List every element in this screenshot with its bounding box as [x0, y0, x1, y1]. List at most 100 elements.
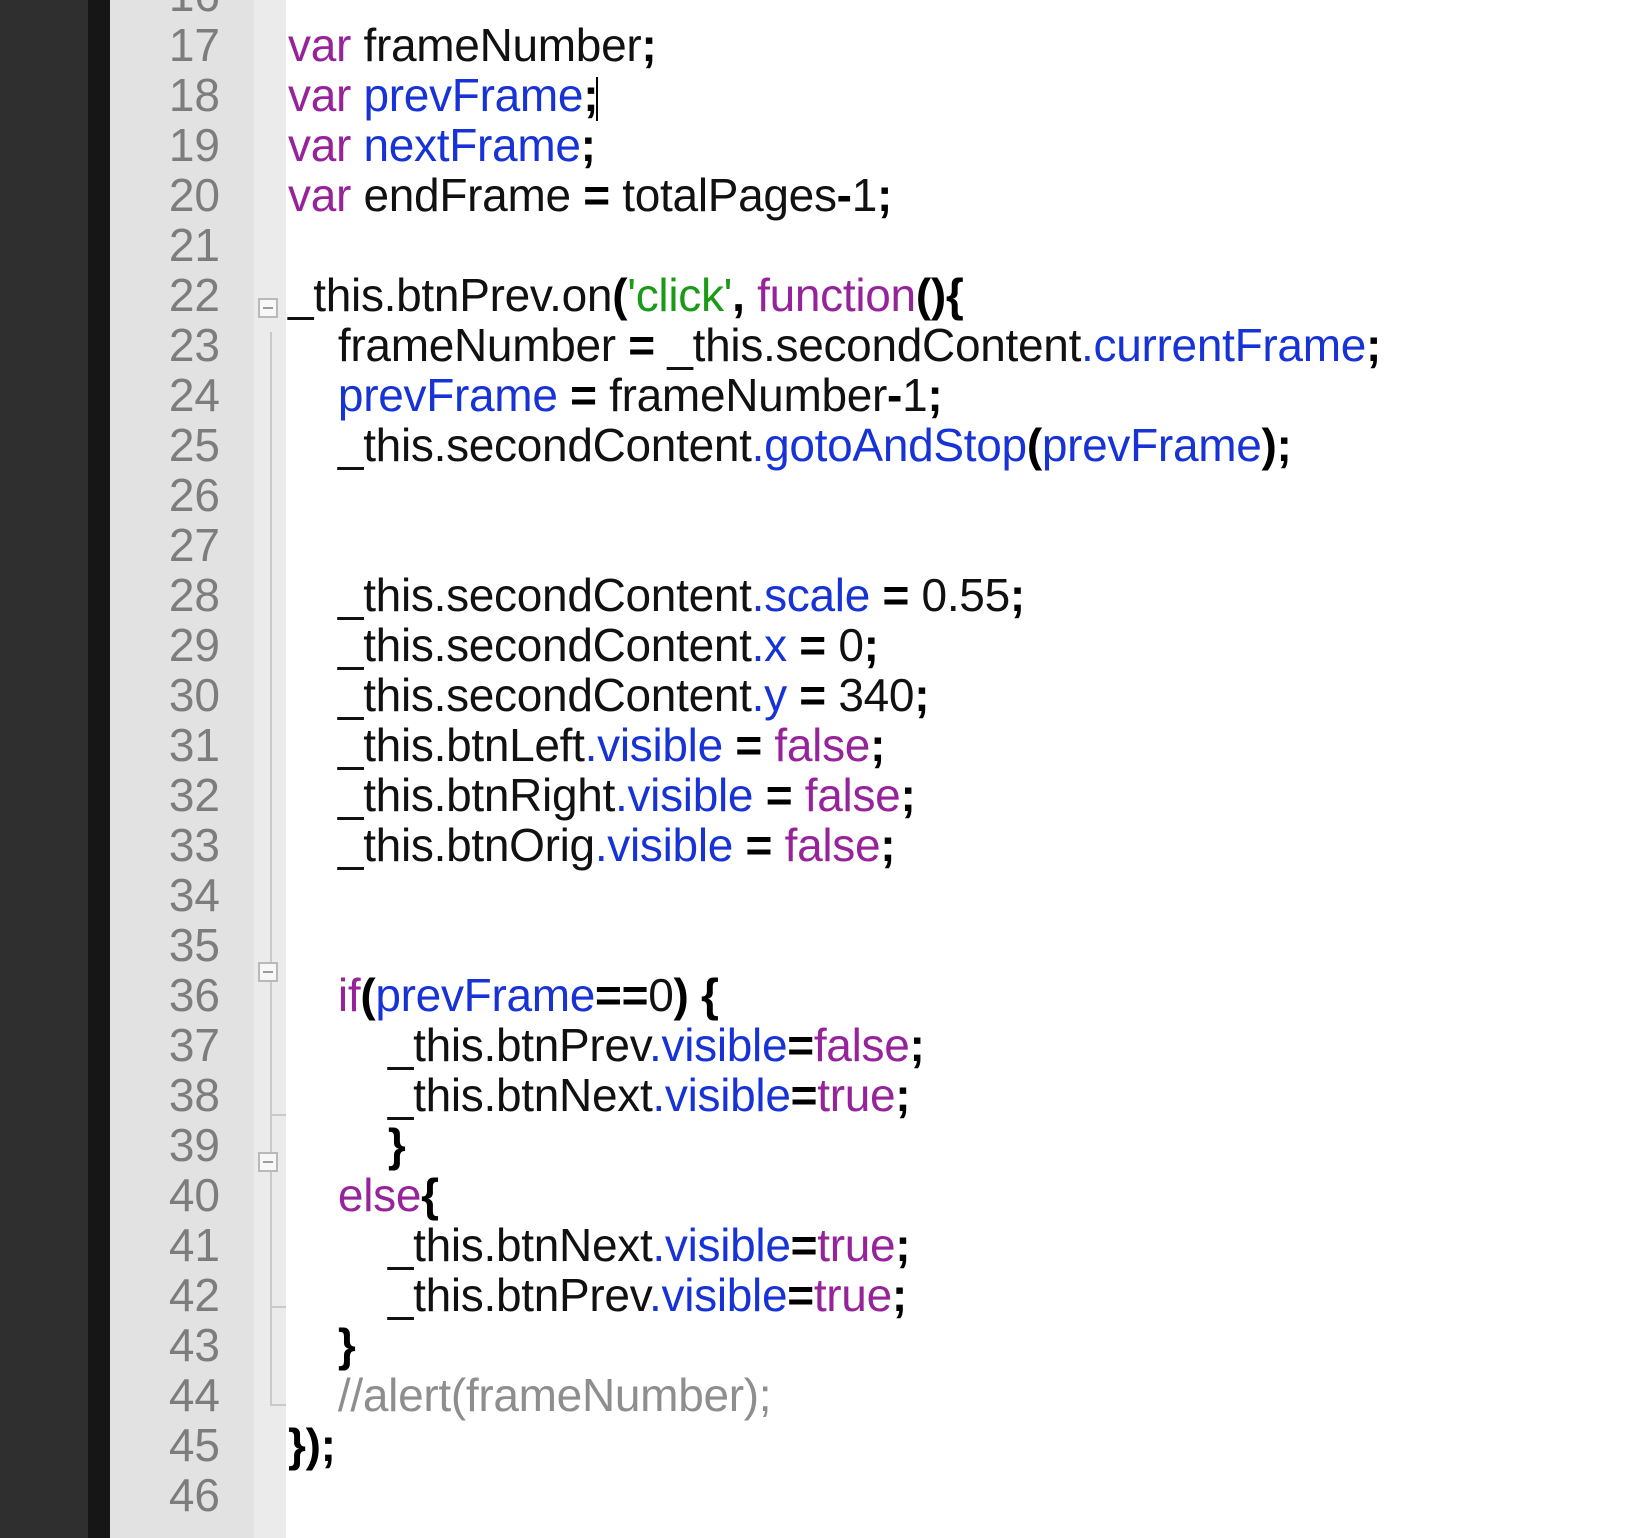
code-token: { — [421, 1169, 439, 1221]
code-token: .gotoAndStop — [751, 419, 1027, 471]
line-text[interactable]: frameNumber = _this.secondContent.curren… — [288, 320, 1381, 370]
code-line[interactable]: 23 frameNumber = _this.secondContent.cur… — [0, 320, 1652, 370]
line-text[interactable]: var nextFrame; — [288, 120, 596, 170]
code-token: ; — [895, 1219, 911, 1271]
line-text[interactable]: var frameNumber; — [288, 19, 657, 71]
code-editor[interactable]: 1617 var frameNumber; 18 var prevFrame; 19 va… — [0, 0, 1652, 1520]
code-line[interactable]: 44 //alert(frameNumber); — [0, 1370, 1652, 1420]
line-number: 20 — [168, 169, 220, 221]
code-line[interactable]: 30 _this.secondContent.y = 340; — [0, 670, 1652, 720]
code-line[interactable]: 43 } — [0, 1320, 1652, 1370]
line-text[interactable]: _this.btnLeft.visible = false; — [288, 719, 886, 771]
code-token: nextFrame — [351, 119, 581, 171]
line-text[interactable]: } — [288, 1320, 356, 1370]
code-line[interactable]: 35 — [0, 920, 1652, 970]
code-token: = — [799, 619, 826, 671]
code-token: false — [813, 1019, 910, 1071]
code-token: = — [570, 369, 597, 421]
line-text[interactable]: _this.btnRight.visible = false; — [288, 769, 916, 821]
code-token: = — [790, 1069, 818, 1121]
line-text[interactable]: _this.btnNext.visible=true; — [288, 1219, 911, 1271]
code-token: 1 — [902, 369, 928, 421]
code-line[interactable]: 33 _this.btnOrig.visible = false; — [0, 820, 1652, 870]
code-token: false — [804, 769, 901, 821]
line-number: 39 — [168, 1119, 220, 1171]
line-text[interactable]: _this.secondContent.x = 0; — [288, 620, 879, 670]
code-line[interactable]: 42 _this.btnPrev.visible=true; — [0, 1270, 1652, 1320]
line-text[interactable]: _this.btnOrig.visible = false; — [288, 819, 896, 871]
line-text[interactable]: //alert(frameNumber); — [288, 1369, 772, 1421]
code-token: ; — [863, 619, 879, 671]
code-token: _this.btnOrig — [288, 819, 595, 871]
code-token: endFrame — [351, 169, 584, 221]
line-text[interactable]: _this.btnPrev.visible=false; — [288, 1020, 925, 1070]
line-text[interactable]: else{ — [288, 1170, 439, 1220]
code-token: _this.btnPrev — [288, 1019, 650, 1071]
line-number: 44 — [168, 1369, 220, 1421]
line-text[interactable]: _this.btnPrev.on('click', function(){ — [288, 270, 964, 320]
line-text[interactable]: _this.secondContent.scale = 0.55; — [288, 570, 1025, 620]
line-number: 42 — [168, 1269, 220, 1321]
code-line[interactable]: 39 } — [0, 1120, 1652, 1170]
code-line[interactable]: 19 var nextFrame; — [0, 120, 1652, 170]
code-line[interactable]: 38 _this.btnNext.visible=true; — [0, 1070, 1652, 1120]
code-token: .visible — [652, 1219, 791, 1271]
code-token: ) { — [673, 969, 719, 1021]
text-caret — [596, 76, 599, 121]
code-line[interactable]: 41 _this.btnNext.visible=true; — [0, 1220, 1652, 1270]
line-text[interactable]: var prevFrame; — [288, 70, 599, 121]
code-line[interactable]: 18 var prevFrame; — [0, 70, 1652, 121]
code-token: = — [735, 719, 762, 771]
line-text[interactable]: _this.btnPrev.visible=true; — [288, 1270, 907, 1320]
code-token: 340 — [825, 669, 915, 721]
code-token: ; — [877, 169, 893, 221]
code-line[interactable]: 28 _this.secondContent.scale = 0.55; — [0, 570, 1652, 620]
code-line[interactable]: 21 — [0, 220, 1652, 270]
code-token: = — [787, 1019, 814, 1071]
code-line[interactable]: 37 _this.btnPrev.visible=false; — [0, 1020, 1652, 1070]
code-line[interactable]: 16 — [0, 0, 1652, 20]
code-line[interactable]: 27 — [0, 520, 1652, 570]
code-token: ; — [641, 19, 657, 71]
code-token: ); — [1261, 419, 1292, 471]
code-token: //alert(frameNumber); — [288, 1369, 772, 1421]
code-line[interactable]: 20 var endFrame = totalPages-1; — [0, 170, 1652, 220]
code-token: .visible — [584, 719, 724, 771]
code-token: - — [887, 369, 903, 421]
line-number: 41 — [168, 1219, 220, 1271]
line-text[interactable]: if(prevFrame==0) { — [288, 970, 719, 1020]
line-text[interactable]: var endFrame = totalPages-1; — [288, 170, 892, 220]
code-line[interactable]: 34 — [0, 870, 1652, 920]
line-text[interactable]: _this.secondContent.y = 340; — [288, 669, 930, 721]
line-number: 38 — [168, 1069, 220, 1121]
code-line[interactable]: 22 _this.btnPrev.on('click', function(){ — [0, 270, 1652, 320]
code-line[interactable]: 31 _this.btnLeft.visible = false; — [0, 720, 1652, 770]
line-text[interactable]: } — [288, 1120, 406, 1170]
code-token: true — [813, 1269, 892, 1321]
code-line[interactable]: 17 var frameNumber; — [0, 20, 1652, 70]
code-token: _this.secondContent — [288, 419, 752, 471]
code-line[interactable]: 25 _this.secondContent.gotoAndStop(prevF… — [0, 420, 1652, 470]
code-line[interactable]: 32 _this.btnRight.visible = false; — [0, 770, 1652, 820]
code-line[interactable]: 24 prevFrame = frameNumber-1; — [0, 370, 1652, 420]
line-text[interactable]: }); — [288, 1420, 336, 1470]
line-number: 45 — [168, 1419, 220, 1471]
line-text[interactable]: _this.btnNext.visible=true; — [288, 1069, 911, 1121]
code-line[interactable]: 29 _this.secondContent.x = 0; — [0, 620, 1652, 670]
code-line[interactable]: 45}); — [0, 1420, 1652, 1470]
code-line[interactable]: 26 — [0, 470, 1652, 520]
code-line[interactable]: 40 else{ — [0, 1170, 1652, 1220]
code-token: .scale — [751, 569, 871, 621]
line-text[interactable]: _this.secondContent.gotoAndStop(prevFram… — [288, 420, 1292, 470]
line-text[interactable]: prevFrame = frameNumber-1; — [288, 369, 943, 421]
code-line[interactable]: 46 — [0, 1470, 1652, 1520]
code-line[interactable]: 36 if(prevFrame==0) { — [0, 970, 1652, 1020]
line-number: 29 — [168, 619, 220, 671]
code-token: = — [765, 769, 793, 821]
line-number: 23 — [168, 319, 220, 371]
code-token: = — [882, 569, 910, 621]
